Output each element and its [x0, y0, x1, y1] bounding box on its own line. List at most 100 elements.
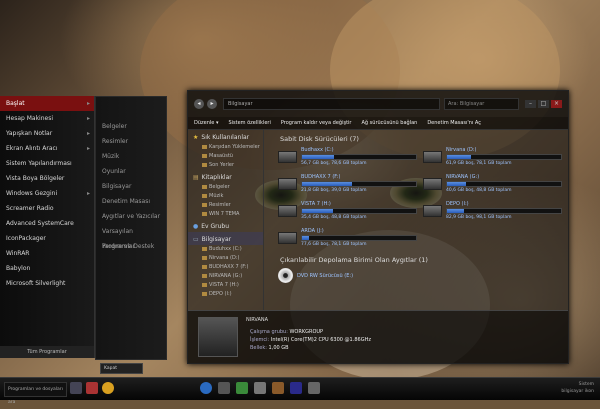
ie-icon[interactable]	[200, 382, 212, 394]
nav-item[interactable]: NIRVANA (G:)	[188, 272, 263, 281]
shutdown-button[interactable]: Kapat	[100, 363, 143, 374]
drive-name: DEPO (I:)	[446, 201, 469, 207]
nav-libraries[interactable]: ▤ Kitaplıklar	[188, 170, 263, 183]
menu2-item[interactable]: Oyunlar	[96, 164, 166, 179]
nav-item-label: Belgeler	[209, 184, 230, 190]
tray-line: Sistem	[578, 382, 594, 387]
nav-item[interactable]: VISTA 7 (H:)	[188, 281, 263, 290]
tool-icon[interactable]	[272, 382, 284, 394]
nav-item[interactable]: Müzik	[188, 192, 263, 201]
menu2-item[interactable]: Aygıtlar ve Yazıcılar	[96, 209, 166, 224]
menu-item[interactable]: Vista Boya Bölgeler	[0, 171, 94, 186]
settings-icon[interactable]	[254, 382, 266, 394]
menu-item[interactable]: Başlat ▸	[0, 96, 94, 111]
drive-usage-fill	[302, 209, 333, 213]
folder-icon[interactable]	[70, 382, 82, 394]
close-button[interactable]: ×	[551, 100, 562, 108]
drive-info: Budhaxx (C:) 56,7 GB boş, 78,6 GB toplam	[301, 147, 417, 166]
drive-tile[interactable]: NIRVANA (G:) 40,6 GB boş, 48,8 GB toplam	[423, 174, 562, 198]
explorer-icon[interactable]	[218, 382, 230, 394]
toolbar-button[interactable]: Düzenle ▾	[194, 120, 218, 126]
removable-section-title: Çıkarılabilir Depolama Birimi Olan Aygıt…	[280, 256, 428, 264]
maximize-button[interactable]: □	[538, 100, 549, 108]
toolbar-button[interactable]: Ağ sürücüsünü bağlan	[361, 120, 417, 126]
media-icon[interactable]	[86, 382, 98, 394]
menu-item[interactable]: Sistem Yapılandırması	[0, 156, 94, 171]
drive-tile[interactable]: VISTA 7 (H:) 35,4 GB boş, 48,8 GB toplam	[278, 201, 417, 225]
nav-item[interactable]: Belgeler	[188, 183, 263, 192]
menu2-item[interactable]: Belgeler	[96, 119, 166, 134]
toolbar-button[interactable]: Denetim Masası'nı Aç	[427, 120, 481, 126]
menu-item[interactable]: Microsoft Silverlight	[0, 276, 94, 291]
nav-item[interactable]: Karşıdan Yüklemeler	[188, 143, 263, 152]
nav-item-label: Masaüstü	[209, 153, 233, 159]
nav-item[interactable]: BUDHAXX 7 (F:)	[188, 263, 263, 272]
drive-info: Nirvana (D:) 61,9 GB boş, 78,1 GB toplam	[446, 147, 562, 166]
menu-item-label: Microsoft Silverlight	[6, 280, 66, 287]
folder-icon	[202, 264, 207, 269]
menu2-item[interactable]: Resimler	[96, 134, 166, 149]
drive-usage-bar	[301, 235, 417, 241]
minimize-button[interactable]: –	[525, 100, 536, 108]
app-icon[interactable]	[236, 382, 248, 394]
chevron-right-icon: ▸	[86, 190, 90, 197]
drive-tile[interactable]: DEPO (I:) 82,9 GB boş, 98,1 GB toplam	[423, 201, 562, 225]
back-button[interactable]: ◂	[194, 99, 204, 109]
menu2-item[interactable]: Varsayılan Programlar	[96, 224, 166, 250]
menu-item[interactable]: Yapışkan Notlar ▸	[0, 126, 94, 141]
menu-item[interactable]: WinRAR	[0, 246, 94, 261]
nav-item[interactable]: DEPO (I:)	[188, 290, 263, 299]
nav-favorites[interactable]: ★ Sık Kullanılanlar	[188, 130, 263, 143]
menu-item[interactable]: Babylon	[0, 261, 94, 276]
nav-item[interactable]: WIN 7 TEMA	[188, 210, 263, 219]
all-programs-button[interactable]: Tüm Programlar	[0, 346, 94, 358]
menu2-item[interactable]: Bilgisayar	[96, 179, 166, 194]
start-menu-right-list: Belgeler Resimler Müzik Oyunlar Bilgisayar De…	[96, 97, 166, 254]
address-bar[interactable]: Bilgisayar	[223, 98, 440, 110]
toolbar-button[interactable]: Program kaldır veya değiştir	[281, 120, 352, 126]
toolbar-button[interactable]: Sistem özellikleri	[228, 120, 270, 126]
drive-grid: Budhaxx (C:) 56,7 GB boş, 78,6 GB toplam N…	[278, 147, 562, 252]
dvd-drive[interactable]: DVD RW Sürücüsü (E:)	[278, 268, 562, 283]
menu2-item[interactable]: Yardım ve Destek	[96, 239, 166, 254]
chevron-right-icon: ▸	[86, 145, 90, 152]
menu-item[interactable]: Screamer Radio	[0, 201, 94, 216]
nav-item-label: BUDHAXX 7 (F:)	[209, 264, 249, 270]
taskbar: Programları ve dosyaları ara Sistem bilg…	[0, 377, 600, 405]
drive-tile[interactable]: BUDHAXX 7 (F:) 21,8 GB boş, 39,0 GB topla…	[278, 174, 417, 198]
nav-item[interactable]: Resimler	[188, 201, 263, 210]
nav-item-label: Müzik	[209, 193, 224, 199]
menu-item-label: Vista Boya Bölgeler	[6, 175, 65, 182]
drive-tile[interactable]: ARDA (J:) 77,6 GB boş, 78,1 GB toplam	[278, 228, 417, 252]
drive-info: NIRVANA (G:) 40,6 GB boş, 48,8 GB toplam	[446, 174, 562, 193]
messenger-icon[interactable]	[102, 382, 114, 394]
chevron-right-icon: ▸	[86, 100, 90, 107]
menu2-item[interactable]: Müzik	[96, 149, 166, 164]
tray-line: bilgisayar ikon	[561, 389, 594, 394]
menu-item[interactable]: Hesap Makinesi ▸	[0, 111, 94, 126]
nav-item[interactable]: Nirvana (D:)	[188, 254, 263, 263]
search-input[interactable]: Ara: Bilgisayar	[444, 98, 519, 110]
menu-item[interactable]: Advanced SystemCare	[0, 216, 94, 231]
menu2-item[interactable]: Denetim Masası	[96, 194, 166, 209]
menu-item[interactable]: Windows Gezgini ▸	[0, 186, 94, 201]
explorer-window: ◂ ▸ Bilgisayar Ara: Bilgisayar – □ × Düz…	[187, 90, 569, 364]
menu-item-label: Ekran Alıntı Aracı	[6, 145, 58, 152]
computer-list: Buduhxx (C:) Nirvana (D:) BUDHAXX 7 (F:) NI…	[188, 245, 263, 299]
drive-usage-bar	[301, 154, 417, 160]
nav-computer[interactable]: ▭ Bilgisayar	[188, 232, 263, 245]
disk-icon[interactable]	[308, 382, 320, 394]
start-search-input[interactable]: Programları ve dosyaları ara	[4, 382, 67, 405]
drive-tile[interactable]: Nirvana (D:) 61,9 GB boş, 78,1 GB toplam	[423, 147, 562, 171]
menu-item[interactable]: IconPackager	[0, 231, 94, 246]
content-pane: Sabit Disk Sürücüleri (7) Budhaxx (C:) 56…	[268, 133, 562, 311]
monitor-icon[interactable]	[290, 382, 302, 394]
forward-button[interactable]: ▸	[207, 99, 217, 109]
nav-item[interactable]: Buduhxx (C:)	[188, 245, 263, 254]
nav-homegroup[interactable]: ● Ev Grubu	[188, 219, 263, 232]
nav-item[interactable]: Son Yerler	[188, 161, 263, 170]
drive-tile[interactable]: Budhaxx (C:) 56,7 GB boş, 78,6 GB toplam	[278, 147, 417, 171]
details-pane: NIRVANA Çalışma grubu: WORKGROUP İşlemci…	[188, 310, 568, 363]
menu-item[interactable]: Ekran Alıntı Aracı ▸	[0, 141, 94, 156]
nav-item[interactable]: Masaüstü	[188, 152, 263, 161]
